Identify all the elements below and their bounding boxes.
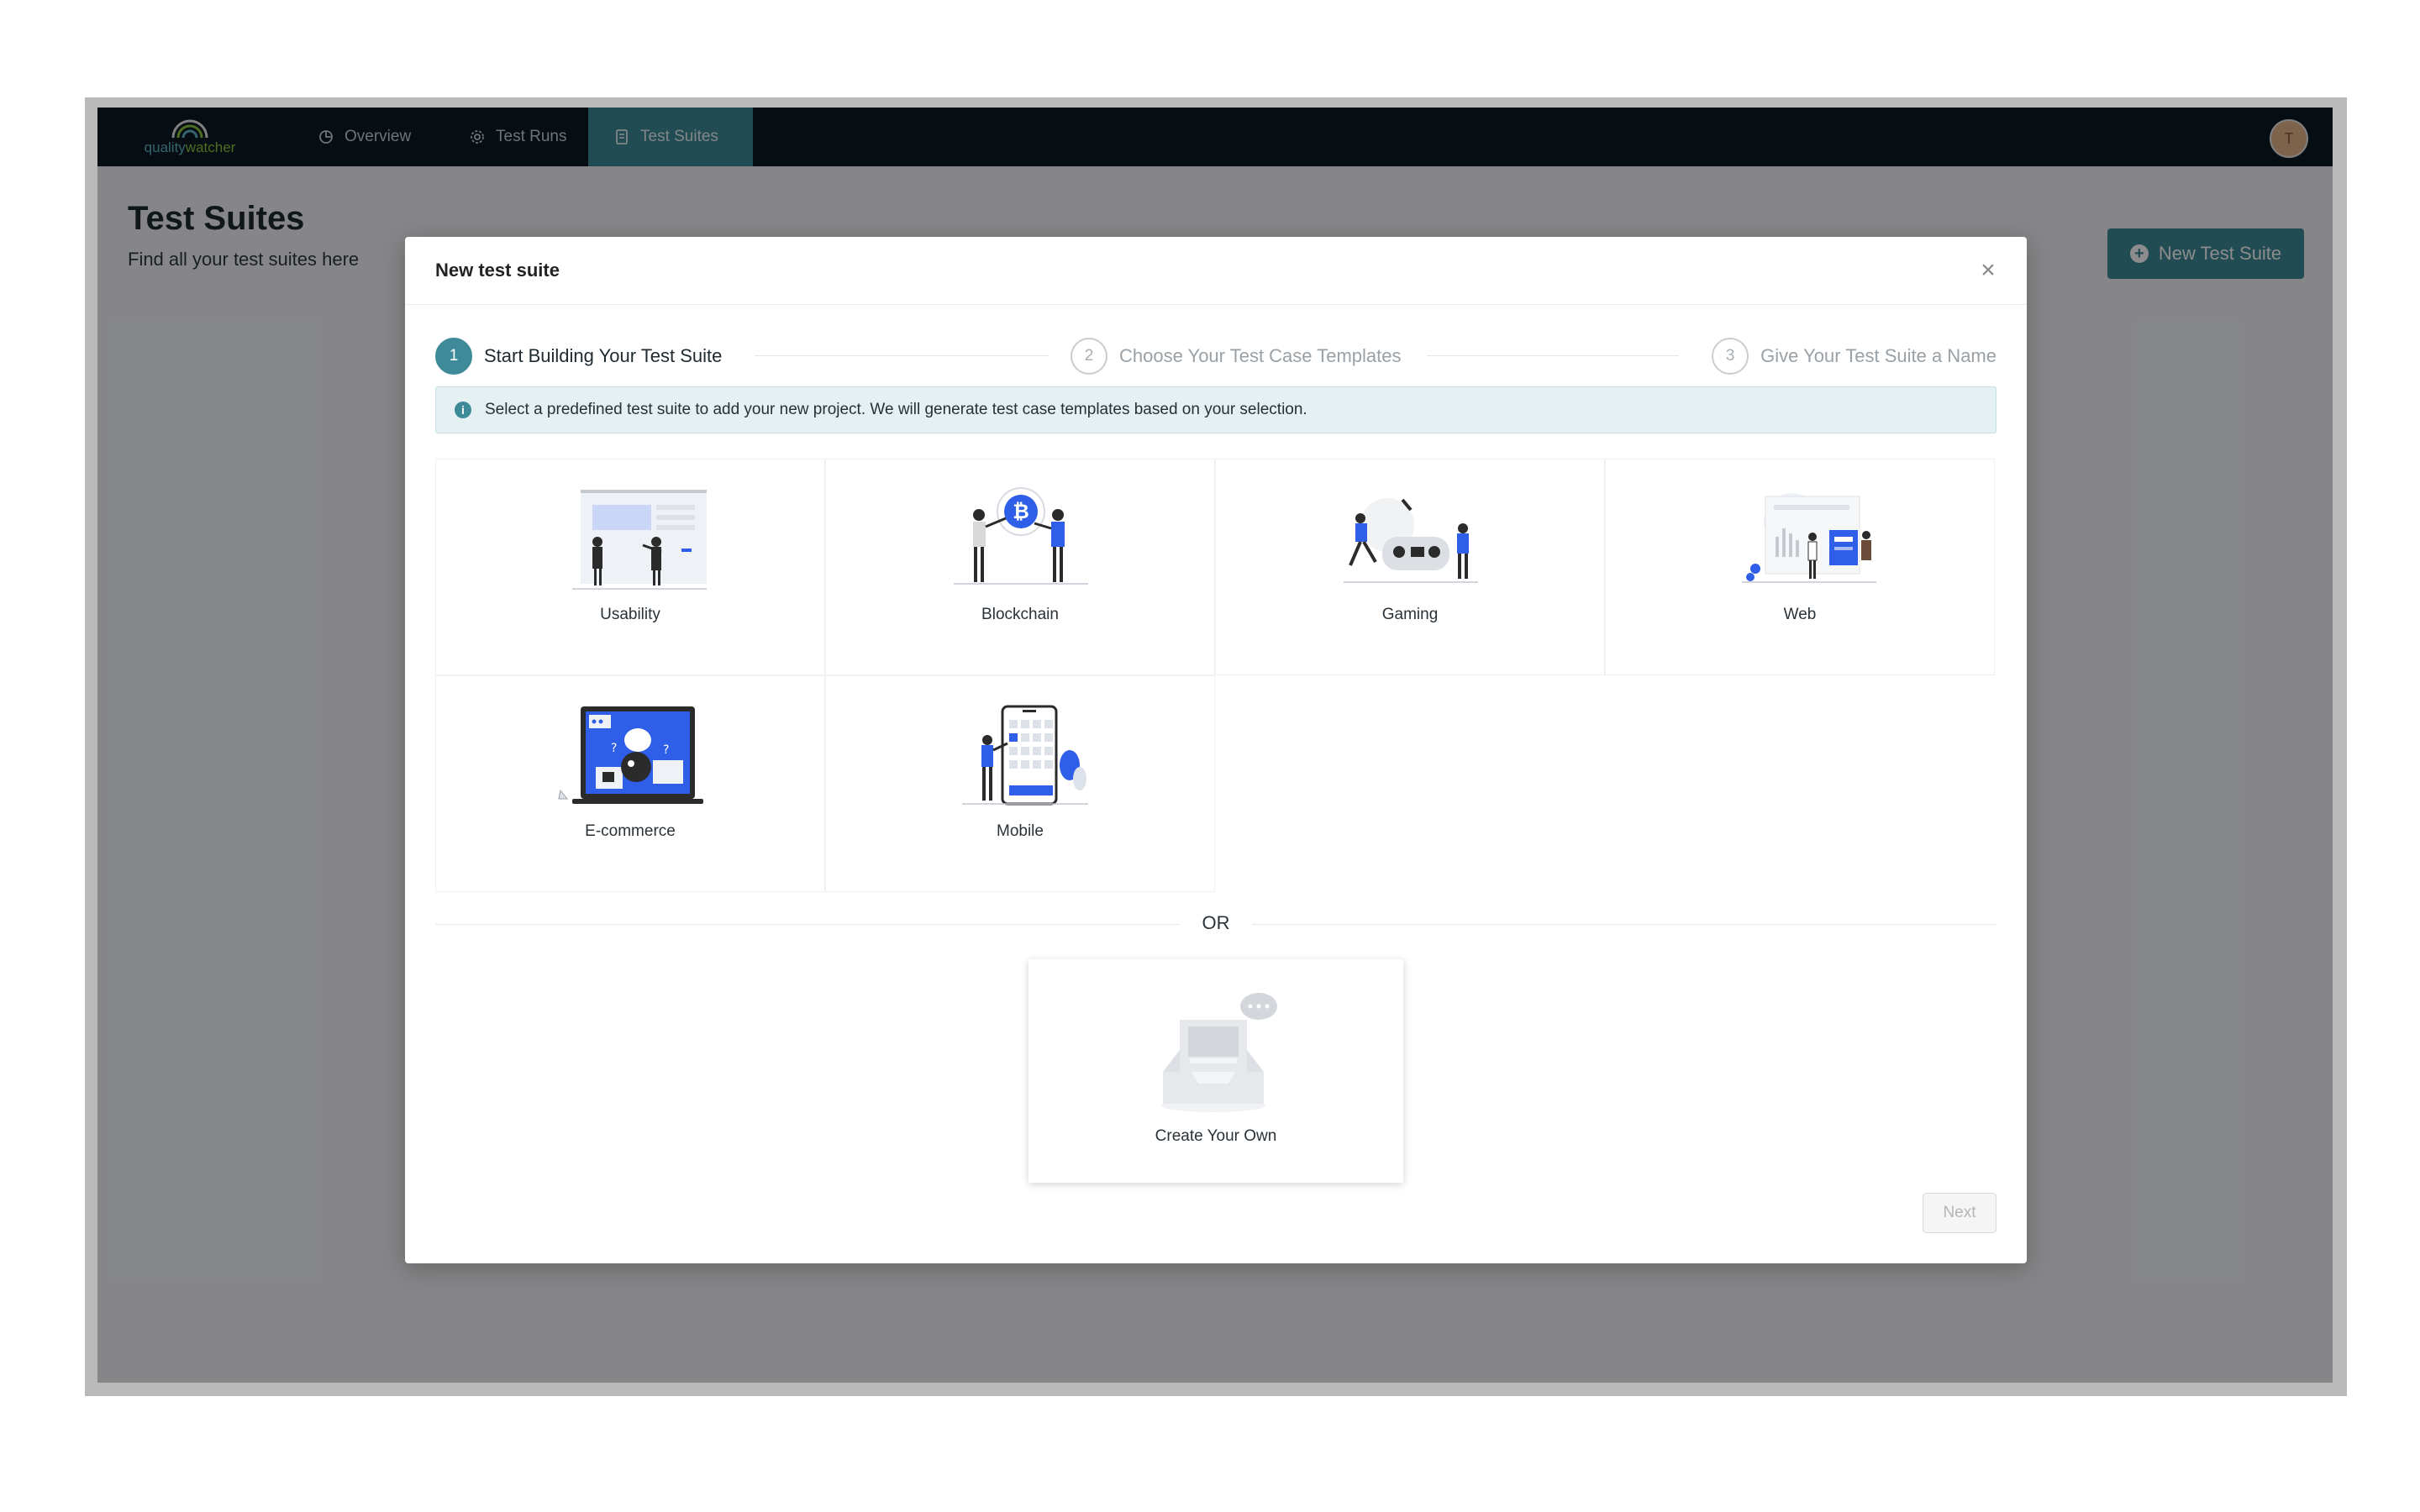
create-your-own-label: Create Your Own bbox=[1155, 1127, 1277, 1145]
modal-header: New test suite × bbox=[405, 237, 2027, 305]
close-icon[interactable]: × bbox=[1973, 255, 2003, 286]
step-1-number: 1 bbox=[435, 338, 472, 375]
suite-card-blockchain[interactable]: ₿ Blockchain bbox=[825, 459, 1215, 675]
step-1-label: Start Building Your Test Suite bbox=[484, 345, 723, 366]
info-alert: i Select a predefined test suite to add … bbox=[435, 386, 1996, 433]
web-illustration bbox=[1742, 493, 1876, 583]
inbox-illustration-icon bbox=[1161, 993, 1277, 1112]
suite-card-label: Gaming bbox=[1381, 606, 1439, 623]
gaming-illustration bbox=[1344, 498, 1478, 583]
suite-card-label: Blockchain bbox=[981, 606, 1059, 623]
svg-text:₿: ₿ bbox=[1013, 500, 1029, 523]
suite-card-label: Web bbox=[1783, 606, 1817, 623]
stepper: 1 Start Building Your Test Suite 2 Choos… bbox=[435, 336, 1996, 376]
modal-title: New test suite bbox=[435, 260, 560, 281]
new-test-suite-modal: New test suite × 1 Start Building Your T… bbox=[405, 237, 2027, 1263]
next-button[interactable]: Next bbox=[1923, 1193, 1996, 1233]
or-label: OR bbox=[1202, 912, 1230, 933]
step-2: 2 Choose Your Test Case Templates bbox=[1071, 336, 1402, 376]
suite-card-label: Usability bbox=[600, 606, 660, 623]
suite-options-grid: Usability ₿ Blockchain Gaming Web ? ? E-… bbox=[435, 459, 1996, 892]
suite-card-label: Mobile bbox=[997, 822, 1044, 840]
ecommerce-illustration: ? ? bbox=[558, 706, 703, 804]
info-text: Select a predefined test suite to add yo… bbox=[485, 401, 1307, 418]
step-connector bbox=[755, 355, 1049, 356]
blockchain-illustration: ₿ bbox=[954, 487, 1088, 585]
suite-card-mobile[interactable]: Mobile bbox=[825, 675, 1215, 892]
svg-text:?: ? bbox=[663, 743, 669, 757]
create-your-own-card[interactable]: Create Your Own bbox=[1028, 959, 1403, 1183]
info-icon: i bbox=[455, 402, 471, 418]
step-2-label: Choose Your Test Case Templates bbox=[1119, 345, 1402, 366]
step-3: 3 Give Your Test Suite a Name bbox=[1712, 336, 1996, 376]
step-3-number: 3 bbox=[1712, 338, 1749, 375]
mobile-illustration bbox=[962, 705, 1088, 806]
suite-card-usability[interactable]: Usability bbox=[435, 459, 825, 675]
step-3-label: Give Your Test Suite a Name bbox=[1760, 345, 1996, 366]
step-connector bbox=[1427, 355, 1679, 356]
step-2-number: 2 bbox=[1071, 338, 1107, 375]
or-divider: OR bbox=[435, 911, 1996, 937]
suite-card-gaming[interactable]: Gaming bbox=[1215, 459, 1605, 675]
usability-illustration bbox=[572, 490, 707, 590]
suite-card-web[interactable]: Web bbox=[1605, 459, 1995, 675]
svg-text:?: ? bbox=[611, 742, 617, 755]
step-1: 1 Start Building Your Test Suite bbox=[435, 336, 723, 376]
suite-card-ecommerce[interactable]: ? ? E-commerce bbox=[435, 675, 825, 892]
suite-card-label: E-commerce bbox=[585, 822, 676, 840]
